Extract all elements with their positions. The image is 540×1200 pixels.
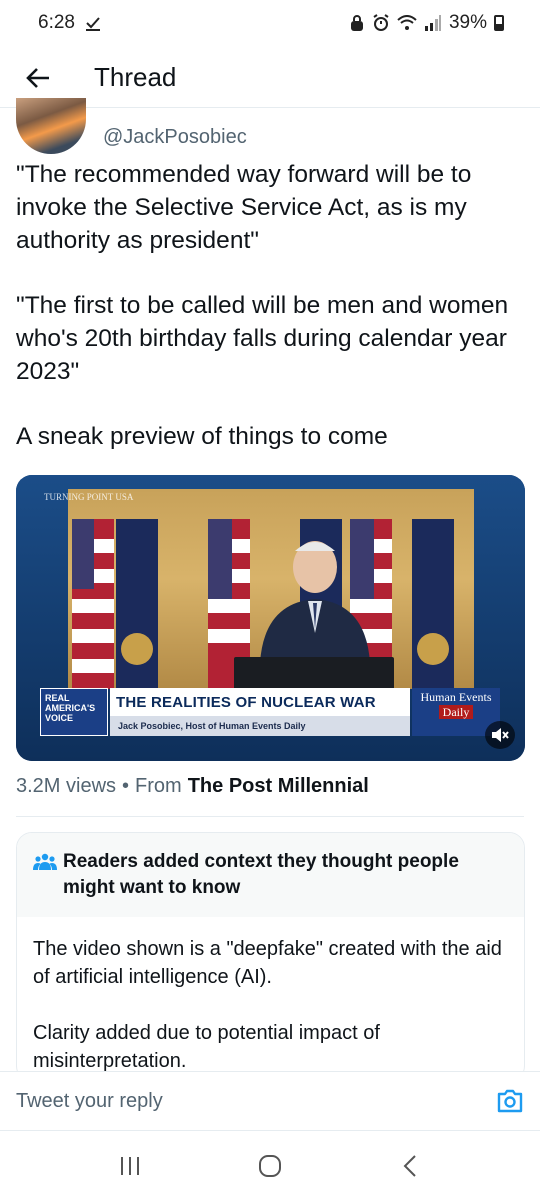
status-bar: 6:28 39% — [0, 0, 540, 46]
system-back-button[interactable] — [380, 1141, 440, 1191]
speaker-figure — [260, 541, 370, 663]
people-icon — [33, 853, 57, 870]
author-handle[interactable]: @JackPosobiec — [103, 126, 247, 149]
home-button[interactable] — [240, 1141, 300, 1191]
mute-button[interactable] — [485, 721, 515, 749]
corner-logo: TURNING POINT USA — [44, 492, 134, 502]
chevron-left-icon — [403, 1154, 416, 1177]
tweet-paragraph: A sneak preview of things to come — [16, 423, 388, 450]
reply-input[interactable] — [16, 1089, 436, 1113]
recent-apps-icon — [121, 1156, 139, 1175]
chyron-subline: Jack Posobiec, Host of Human Events Dail… — [110, 716, 410, 736]
battery-percent: 39% — [448, 12, 487, 33]
page-title: Thread — [94, 62, 177, 92]
tweet-paragraph: "The first to be called will be men and … — [16, 292, 509, 385]
tweet-paragraph: "The recommended way forward will be to … — [16, 161, 472, 254]
lock-icon — [350, 15, 363, 31]
tweet-stats: 3.2M views • From The Post Millennial — [16, 775, 369, 798]
divider — [16, 816, 524, 817]
source-link[interactable]: The Post Millennial — [188, 775, 369, 798]
recent-apps-button[interactable] — [100, 1141, 160, 1191]
chyron-headline: THE REALITIES OF NUCLEAR WAR — [116, 694, 376, 711]
note-body: The video shown is a "deepfake" created … — [17, 917, 524, 1081]
reply-bar — [0, 1071, 540, 1131]
separator-dot: • — [122, 775, 130, 797]
signal-icon — [424, 15, 441, 31]
speaker-muted-icon — [492, 728, 509, 742]
note-title: Readers added context they thought peopl… — [63, 851, 459, 898]
right-logo-top: Human Events — [420, 690, 492, 704]
tweet-video[interactable]: TURNING POINT USA REAL AMERICA'S VOICE T… — [16, 475, 525, 761]
download-check-icon — [85, 17, 100, 31]
flag-image — [72, 519, 114, 689]
camera-icon[interactable] — [496, 1088, 524, 1114]
tweet-text: "The recommended way forward will be to … — [16, 158, 524, 485]
note-paragraph: Clarity added due to potential impact of… — [33, 1022, 380, 1072]
battery-icon — [494, 15, 504, 31]
left-logo: REAL AMERICA'S VOICE — [40, 688, 108, 736]
status-right: 39% — [349, 12, 504, 34]
alarm-icon — [373, 14, 389, 31]
wifi-icon — [397, 15, 417, 30]
system-nav-bar — [0, 1131, 540, 1200]
from-label: From — [135, 775, 182, 797]
video-frame — [68, 489, 474, 697]
note-header: Readers added context they thought peopl… — [17, 833, 524, 917]
chyron: THE REALITIES OF NUCLEAR WAR Jack Posobi… — [110, 688, 410, 736]
status-left: 6:28 — [38, 12, 101, 34]
note-paragraph: The video shown is a "deepfake" created … — [33, 938, 502, 988]
flag-image — [116, 519, 158, 689]
avatar[interactable] — [16, 98, 86, 154]
home-icon — [259, 1154, 281, 1177]
video-lower-third: REAL AMERICA'S VOICE THE REALITIES OF NU… — [40, 688, 500, 736]
view-count: 3.2M views — [16, 775, 117, 797]
right-logo-bottom: Daily — [438, 705, 474, 719]
tweet-author[interactable]: @JackPosobiec — [16, 98, 526, 156]
flag-image — [412, 519, 454, 689]
community-note[interactable]: Readers added context they thought peopl… — [16, 832, 525, 1082]
status-time: 6:28 — [38, 12, 75, 33]
arrow-left-icon — [26, 67, 49, 88]
